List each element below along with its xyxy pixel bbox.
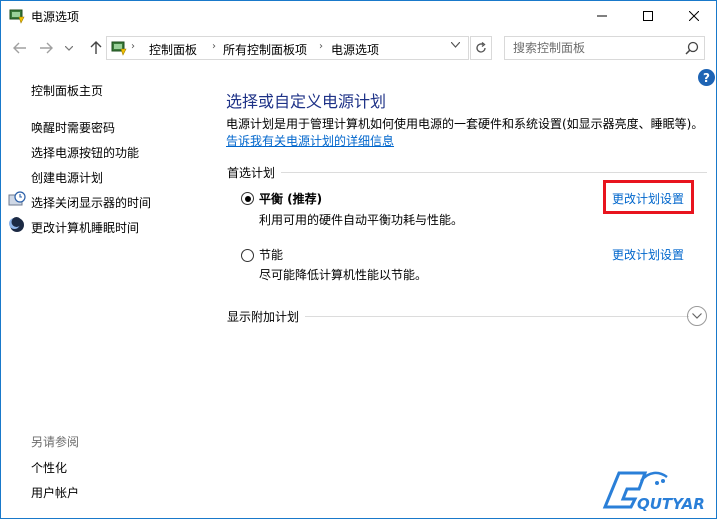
minimize-button[interactable]	[579, 1, 625, 31]
plan-power-saver-radio[interactable]	[241, 249, 254, 262]
expand-additional-plans-button[interactable]	[687, 306, 707, 326]
sidebar: 控制面板主页 唤醒时需要密码 选择电源按钮的功能 创建电源计划 选择关闭显示器的…	[1, 65, 211, 515]
control-panel-icon	[111, 40, 127, 56]
up-arrow-icon	[90, 41, 102, 54]
show-additional-plans-label[interactable]: 显示附加计划	[227, 308, 306, 325]
watermark-logo: QUTYAR	[597, 463, 713, 515]
chevron-down-icon	[450, 41, 461, 48]
see-also-personalization[interactable]: 个性化	[31, 459, 67, 476]
address-dropdown-button[interactable]	[450, 41, 461, 51]
window-title: 电源选项	[31, 10, 80, 24]
highlight-annotation	[603, 180, 694, 214]
close-button[interactable]	[671, 1, 717, 31]
search-icon[interactable]	[685, 41, 699, 55]
plan-power-saver-name[interactable]: 节能	[259, 246, 283, 263]
up-button[interactable]	[85, 37, 107, 59]
section-divider	[227, 172, 707, 173]
plan-power-saver-description: 尽可能降低计算机性能以节能。	[259, 268, 428, 282]
clock-icon	[8, 191, 26, 209]
power-plan-info-link[interactable]: 告诉我有关电源计划的详细信息	[226, 132, 394, 149]
search-box[interactable]	[504, 36, 705, 60]
breadcrumb-control-panel[interactable]: 控制面板	[149, 41, 197, 58]
power-options-window: 电源选项 › 控制面板 › 所有控制面板项 › 电源选项 搜索控制面板 ? 控制…	[0, 0, 717, 519]
close-icon	[689, 11, 699, 21]
breadcrumb-all-items[interactable]: 所有控制面板项	[223, 41, 307, 58]
refresh-button[interactable]	[470, 36, 492, 60]
watermark-text: QUTYAR	[637, 495, 705, 513]
plan-power-saver-change-settings-link[interactable]: 更改计划设置	[612, 246, 684, 263]
plan-balanced-name[interactable]: 平衡 (推荐)	[259, 190, 322, 207]
search-input[interactable]	[513, 40, 673, 56]
sidebar-item-create-plan[interactable]: 创建电源计划	[31, 169, 103, 186]
see-also-user-accounts[interactable]: 用户帐户	[31, 484, 79, 501]
breadcrumb-separator[interactable]: ›	[319, 41, 323, 52]
maximize-icon	[643, 11, 653, 21]
power-options-app-icon	[9, 8, 25, 24]
moon-icon	[8, 216, 26, 234]
forward-arrow-icon	[40, 42, 53, 54]
page-title: 选择或自定义电源计划	[226, 92, 387, 111]
chevron-down-icon	[692, 313, 702, 319]
plan-balanced-description: 利用可用的硬件自动平衡功耗与性能。	[259, 213, 464, 227]
sidebar-item-display-off-time[interactable]: 选择关闭显示器的时间	[31, 194, 151, 211]
sidebar-item-sleep-time[interactable]: 更改计算机睡眠时间	[31, 219, 139, 236]
back-arrow-icon	[13, 42, 26, 54]
minimize-icon	[597, 15, 607, 17]
help-icon[interactable]: ?	[698, 69, 715, 86]
breadcrumb-power-options[interactable]: 电源选项	[331, 41, 379, 58]
see-also-heading: 另请参阅	[31, 435, 80, 449]
sidebar-item-control-panel-home[interactable]: 控制面板主页	[31, 82, 103, 99]
plan-balanced-radio[interactable]	[241, 192, 254, 205]
breadcrumb-separator[interactable]: ›	[212, 41, 216, 52]
back-button[interactable]	[9, 37, 31, 59]
chevron-down-icon	[65, 45, 73, 51]
forward-button[interactable]	[35, 37, 57, 59]
address-toolbar: › 控制面板 › 所有控制面板项 › 电源选项	[1, 31, 716, 65]
refresh-icon	[476, 42, 486, 53]
sidebar-item-require-password[interactable]: 唤醒时需要密码	[31, 119, 115, 136]
address-bar[interactable]: › 控制面板 › 所有控制面板项 › 电源选项	[106, 36, 469, 60]
recent-locations-button[interactable]	[62, 37, 76, 59]
sidebar-item-power-buttons[interactable]: 选择电源按钮的功能	[31, 144, 139, 161]
breadcrumb-separator[interactable]: ›	[131, 41, 135, 52]
title-bar[interactable]: 电源选项	[1, 1, 716, 31]
page-description: 电源计划是用于管理计算机如何使用电源的一套硬件和系统设置(如显示器亮度、睡眠等)…	[226, 117, 704, 131]
preferred-plans-heading: 首选计划	[227, 164, 282, 181]
maximize-button[interactable]	[625, 1, 671, 31]
